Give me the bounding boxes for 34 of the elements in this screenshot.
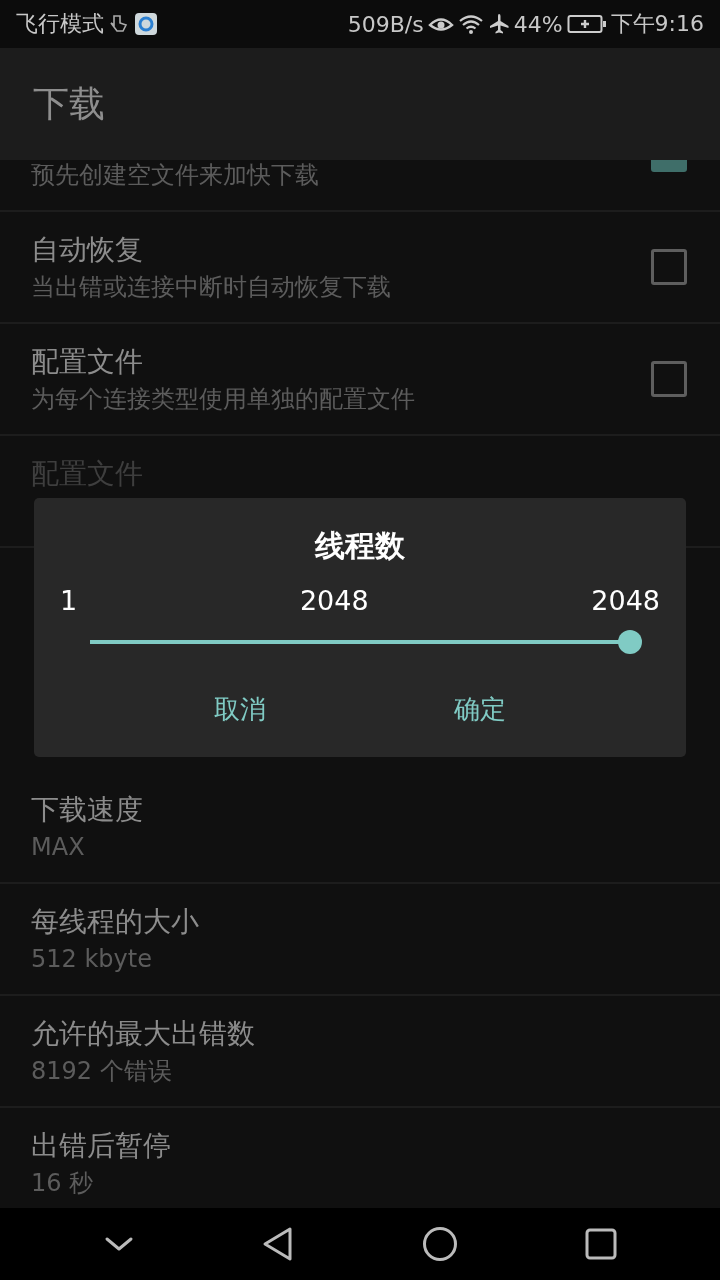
setting-title: 出错后暂停: [31, 1128, 172, 1164]
setting-description: MAX: [31, 832, 86, 863]
status-text: 飞行模式: [16, 10, 104, 38]
download-hand-icon: [108, 13, 130, 35]
min-label: 1: [60, 584, 78, 618]
recents-icon[interactable]: [584, 1228, 617, 1260]
home-icon[interactable]: [421, 1226, 458, 1262]
screen-title: 下载: [33, 81, 105, 126]
clock: 下午9:16: [610, 10, 704, 38]
setting-title: 允许的最大出错数: [31, 1016, 256, 1052]
checkbox[interactable]: [651, 361, 687, 397]
slider-thumb[interactable]: [618, 630, 642, 654]
setting-description: 16 秒: [31, 1168, 95, 1199]
network-speed: 509B/s: [347, 11, 424, 37]
setting-description: 预先创建空文件来加快下载: [31, 160, 320, 191]
dialog-button[interactable]: 确定: [442, 684, 518, 735]
battery-icon: [566, 13, 607, 35]
dialog-button[interactable]: 取消: [202, 684, 278, 735]
setting-description: 512 kbyte: [31, 944, 153, 975]
setting-title: 下载速度: [31, 792, 144, 828]
dialog-title: 线程数: [315, 527, 405, 565]
value-label: 2048: [299, 584, 369, 618]
setting-title: 自动恢复: [31, 232, 144, 268]
setting-description: 当出错或连接中断时自动恢复下载: [31, 272, 392, 303]
max-label: 2048: [591, 584, 660, 618]
setting-title: 每线程的大小: [31, 904, 200, 940]
setting-title: 配置文件: [31, 344, 144, 380]
setting-description: 8192 个错误: [31, 1056, 173, 1087]
setting-description: 为每个连接类型使用单独的配置文件: [31, 384, 416, 415]
wifi-icon: [457, 13, 484, 35]
checkbox[interactable]: [651, 249, 687, 285]
airplane-icon: [487, 13, 510, 35]
app-icon: [134, 12, 158, 36]
battery-percent: 44%: [513, 11, 563, 37]
